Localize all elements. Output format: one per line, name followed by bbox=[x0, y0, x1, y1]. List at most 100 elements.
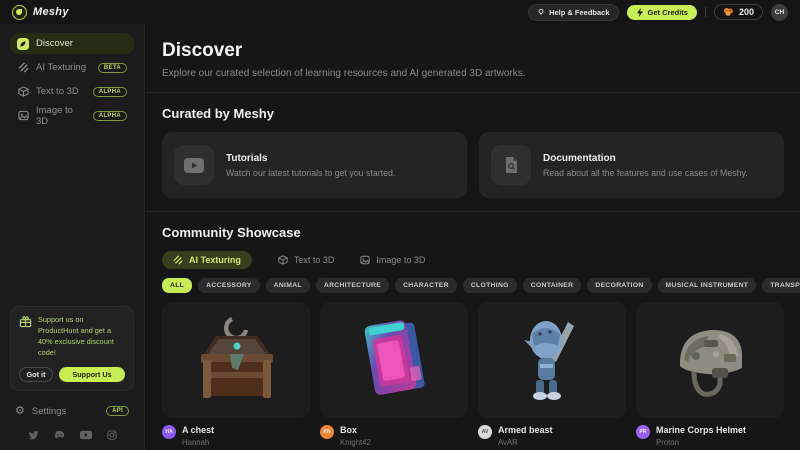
main-content: Discover Explore our curated selection o… bbox=[146, 24, 800, 450]
sidebar-item-image-to-3d[interactable]: Image to 3D ALPHA bbox=[10, 105, 134, 126]
credit-balance[interactable]: 200 bbox=[714, 4, 763, 20]
meshy-logo[interactable]: Meshy bbox=[12, 5, 69, 20]
model-image-box bbox=[344, 310, 444, 410]
documentation-title: Documentation bbox=[543, 153, 748, 164]
showcase-card[interactable]: PR Marine Corps Helmet Proton bbox=[636, 302, 784, 447]
beta-badge: BETA bbox=[98, 63, 127, 73]
tab-ai-texturing[interactable]: AI Texturing bbox=[162, 251, 252, 269]
model-thumbnail bbox=[162, 302, 310, 418]
filter-decoration[interactable]: DECORATION bbox=[587, 278, 651, 293]
api-badge: API bbox=[106, 406, 129, 416]
promo-text: Support us on ProductHunt and get a 40% … bbox=[38, 315, 125, 359]
curated-heading: Curated by Meshy bbox=[162, 106, 784, 121]
help-feedback-label: Help & Feedback bbox=[549, 8, 609, 17]
discover-compass-icon bbox=[17, 38, 29, 50]
image-icon bbox=[17, 110, 29, 122]
model-title: A chest bbox=[182, 425, 214, 435]
cube-icon bbox=[17, 86, 29, 98]
sidebar-item-ai-texturing[interactable]: AI Texturing BETA bbox=[10, 57, 134, 78]
sidebar-item-text-to-3d[interactable]: Text to 3D ALPHA bbox=[10, 81, 134, 102]
image-icon bbox=[360, 255, 370, 265]
sidebar-item-settings[interactable]: ⚙ Settings API bbox=[10, 400, 134, 422]
filter-container[interactable]: CONTAINER bbox=[523, 278, 582, 293]
get-credits-label: Get Credits bbox=[648, 8, 688, 17]
tab-label: Text to 3D bbox=[294, 255, 335, 265]
twitter-icon[interactable] bbox=[28, 430, 39, 440]
texture-stripes-icon bbox=[17, 62, 29, 74]
meshy-logo-text: Meshy bbox=[33, 6, 69, 18]
model-thumbnail bbox=[478, 302, 626, 418]
help-feedback-button[interactable]: Help & Feedback bbox=[528, 4, 618, 21]
model-author: AvAR bbox=[498, 438, 553, 447]
filter-clothing[interactable]: CLOTHING bbox=[463, 278, 517, 293]
lightbulb-icon bbox=[537, 8, 545, 16]
filter-animal[interactable]: ANIMAL bbox=[266, 278, 310, 293]
tutorials-title: Tutorials bbox=[226, 153, 395, 164]
category-filters: ALL ACCESSORY ANIMAL ARCHITECTURE CHARAC… bbox=[162, 278, 784, 293]
section-divider bbox=[146, 92, 800, 93]
topbar-divider bbox=[705, 7, 706, 17]
credit-count-value: 200 bbox=[739, 7, 754, 17]
instagram-icon[interactable] bbox=[107, 430, 117, 440]
tutorials-desc: Watch our latest tutorials to get you st… bbox=[226, 168, 395, 178]
creator-avatar[interactable]: AV bbox=[478, 425, 492, 439]
model-author: Knight42 bbox=[340, 438, 371, 447]
tutorials-card[interactable]: Tutorials Watch our latest tutorials to … bbox=[162, 132, 467, 198]
settings-label: Settings bbox=[32, 406, 99, 417]
creator-avatar[interactable]: HA bbox=[162, 425, 176, 439]
showcase-card[interactable]: KN Box Knight42 bbox=[320, 302, 468, 447]
meshy-logo-icon bbox=[12, 5, 27, 20]
producthunt-promo-card: Support us on ProductHunt and get a 40% … bbox=[10, 306, 134, 391]
filter-all[interactable]: ALL bbox=[162, 278, 192, 293]
discord-icon[interactable] bbox=[54, 430, 65, 440]
alpha-badge: ALPHA bbox=[93, 87, 127, 97]
model-image-chest bbox=[186, 310, 286, 410]
page-title: Discover bbox=[162, 40, 784, 62]
model-thumbnail bbox=[320, 302, 468, 418]
showcase-grid: HA A chest Hannah bbox=[162, 302, 784, 447]
tab-label: AI Texturing bbox=[189, 255, 241, 265]
model-image-armed-beast bbox=[502, 310, 602, 410]
filter-accessory[interactable]: ACCESSORY bbox=[198, 278, 260, 293]
texture-stripes-icon bbox=[173, 255, 183, 265]
tab-label: Image to 3D bbox=[376, 255, 425, 265]
creator-avatar[interactable]: PR bbox=[636, 425, 650, 439]
showcase-heading: Community Showcase bbox=[162, 225, 784, 240]
top-bar: Meshy Help & Feedback Get Credits 200 CH bbox=[0, 0, 800, 24]
documentation-desc: Read about all the features and use case… bbox=[543, 168, 748, 178]
support-us-button[interactable]: Support Us bbox=[59, 367, 125, 382]
tab-image-to-3d[interactable]: Image to 3D bbox=[360, 251, 425, 269]
sidebar-item-label: AI Texturing bbox=[36, 62, 91, 73]
brain-credits-icon bbox=[723, 7, 734, 17]
user-avatar[interactable]: CH bbox=[771, 4, 788, 21]
filter-transportation[interactable]: TRANSPORTATION bbox=[762, 278, 800, 293]
model-author: Hannah bbox=[182, 438, 214, 447]
got-it-button[interactable]: Got it bbox=[19, 367, 53, 382]
youtube-play-icon bbox=[174, 145, 214, 185]
model-image-helmet bbox=[660, 310, 760, 410]
showcase-card[interactable]: AV Armed beast AvAR bbox=[478, 302, 626, 447]
youtube-icon[interactable] bbox=[80, 430, 92, 440]
lightning-icon bbox=[636, 8, 644, 17]
filter-character[interactable]: CHARACTER bbox=[395, 278, 457, 293]
tab-text-to-3d[interactable]: Text to 3D bbox=[278, 251, 335, 269]
model-thumbnail bbox=[636, 302, 784, 418]
filter-musical-instrument[interactable]: MUSICAL INSTRUMENT bbox=[658, 278, 757, 293]
get-credits-button[interactable]: Get Credits bbox=[627, 5, 697, 20]
section-divider bbox=[146, 211, 800, 212]
sidebar: Discover AI Texturing BETA Text to 3D AL… bbox=[0, 24, 145, 450]
filter-architecture[interactable]: ARCHITECTURE bbox=[316, 278, 389, 293]
alpha-badge: ALPHA bbox=[93, 111, 127, 121]
page-subtitle: Explore our curated selection of learnin… bbox=[162, 68, 784, 79]
social-links bbox=[10, 430, 134, 442]
creator-avatar[interactable]: KN bbox=[320, 425, 334, 439]
gear-icon: ⚙ bbox=[15, 406, 25, 417]
sidebar-item-discover[interactable]: Discover bbox=[10, 33, 134, 54]
sidebar-item-label: Image to 3D bbox=[36, 105, 86, 127]
model-title: Armed beast bbox=[498, 425, 553, 435]
gift-icon bbox=[19, 315, 32, 328]
showcase-card[interactable]: HA A chest Hannah bbox=[162, 302, 310, 447]
document-icon bbox=[491, 145, 531, 185]
documentation-card[interactable]: Documentation Read about all the feature… bbox=[479, 132, 784, 198]
showcase-tabs: AI Texturing Text to 3D Image to 3D bbox=[162, 251, 784, 269]
